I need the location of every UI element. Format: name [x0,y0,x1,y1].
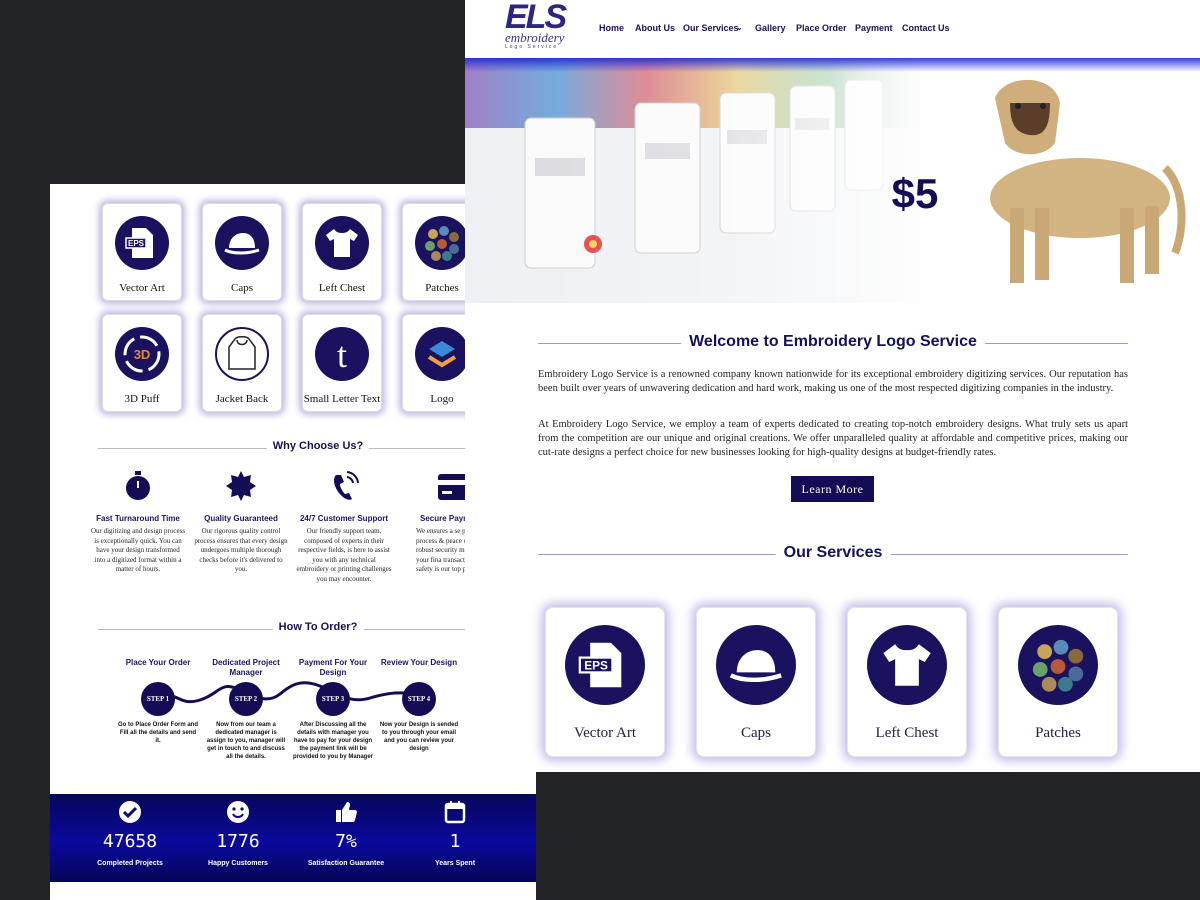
3d-puff-icon: 3D [115,327,169,381]
smiley-icon [227,801,249,823]
order-step: Review Your Design STEP 4 Now your Desig… [379,658,459,752]
site-logo[interactable]: ELS embroidery Logo Service [505,0,580,54]
eps-file-icon: EPS [115,216,169,270]
service-card-label: Patches [1035,725,1081,741]
tshirt-icon [867,625,947,705]
order-step: Dedicated Project Manager STEP 2 Now fro… [206,658,286,760]
left-page-screenshot: EPS Vector Art Caps Left Chest Patches 3… [50,184,536,900]
welcome-paragraph-2: At Embroidery Logo Service, we employ a … [538,419,1128,458]
our-services-heading: Our Services [538,544,1128,564]
cap-icon [215,216,269,270]
welcome-heading: Welcome to Embroidery Logo Service [538,333,1128,353]
nav-payment[interactable]: Payment [855,23,893,33]
stats-band: 47658 Completed Projects 1776 Happy Cust… [50,794,536,882]
service-tile-jacket-back[interactable]: Jacket Back [202,314,282,412]
hero-embroidery-machine-image: $5 [465,58,1186,303]
why-item: Fast Turnaround Time Our digitizing and … [88,469,188,575]
order-step: Place Your Order STEP 1 Go to Place Orde… [118,658,199,744]
svg-text:t: t [337,335,347,375]
service-label: Caps [231,282,253,294]
right-page-screenshot: ELS embroidery Logo Service Home About U… [465,0,1200,772]
letter-t-icon: t [315,327,369,381]
chevron-down-icon[interactable]: ⌄ [736,23,743,32]
service-card-label: Caps [741,725,771,741]
step-badge: STEP 1 [141,682,175,716]
step-badge: STEP 3 [316,682,350,716]
dog-embroidery-image [990,79,1186,283]
service-card-label: Vector Art [573,725,637,741]
patches-icon [1018,625,1098,705]
service-tile-small-letter-text[interactable]: t Small Letter Text [302,314,382,412]
stat-completed-projects: 47658 Completed Projects [75,794,185,867]
hero-banner: $5 [465,58,1200,303]
calendar-icon [444,801,466,824]
service-label: Small Letter Text [303,393,381,405]
service-tile-vector-art[interactable]: EPS Vector Art [102,203,182,301]
service-card-patches[interactable]: Patches [998,607,1118,757]
badge-icon [226,471,256,501]
why-item: 24/7 Customer Support Our friendly suppo… [294,469,394,584]
service-card-label: Left Chest [875,725,939,741]
welcome-paragraph-1: Embroidery Logo Service is a renowned co… [538,369,1128,394]
stat-satisfaction: 7% Satisfaction Guarantee [291,794,401,867]
learn-more-button[interactable]: Learn More [791,476,874,502]
stat-years: 1 Years Spent [400,794,510,867]
hero-top-shadow [465,58,1200,72]
phone-icon [334,471,359,500]
service-card-vector-art[interactable]: EPS Vector Art [545,607,665,757]
site-header: ELS embroidery Logo Service Home About U… [465,0,1200,58]
svg-text:EPS: EPS [584,658,608,672]
patches-icon [415,216,469,270]
service-tile-3d-puff[interactable]: 3D 3D Puff [102,314,182,412]
service-tile-left-chest[interactable]: Left Chest [302,203,382,301]
nav-gallery[interactable]: Gallery [755,23,786,33]
why-item: Quality Guaranteed Our rigorous quality … [191,469,291,575]
thumbs-up-icon [336,802,357,822]
service-label: Jacket Back [215,393,269,405]
step-badge: STEP 4 [402,682,436,716]
tshirt-icon [315,216,369,270]
svg-text:3D: 3D [134,347,151,362]
nav-place-order[interactable]: Place Order [796,23,847,33]
order-step: Payment For Your Design STEP 3 After Dis… [293,658,374,760]
service-card-caps[interactable]: Caps [696,607,816,757]
nav-contact[interactable]: Contact Us [902,23,950,33]
stopwatch-icon [126,471,150,500]
service-label: 3D Puff [124,393,160,405]
service-label: Vector Art [119,282,165,294]
step-badge: STEP 2 [229,682,263,716]
stat-happy-customers: 1776 Happy Customers [183,794,293,867]
service-label: Left Chest [318,282,366,294]
hero-price: $5 [892,170,939,217]
hoodie-icon [215,327,269,381]
service-tile-caps[interactable]: Caps [202,203,282,301]
service-card-left-chest[interactable]: Left Chest [847,607,967,757]
logo-hands-icon [415,327,469,381]
eps-file-icon: EPS [565,625,645,705]
svg-text:EPS: EPS [128,239,145,248]
nav-services[interactable]: Our Services [683,23,739,33]
check-circle-icon [119,801,141,823]
nav-about[interactable]: About Us [635,23,675,33]
nav-home[interactable]: Home [599,23,624,33]
cap-icon [716,625,796,705]
